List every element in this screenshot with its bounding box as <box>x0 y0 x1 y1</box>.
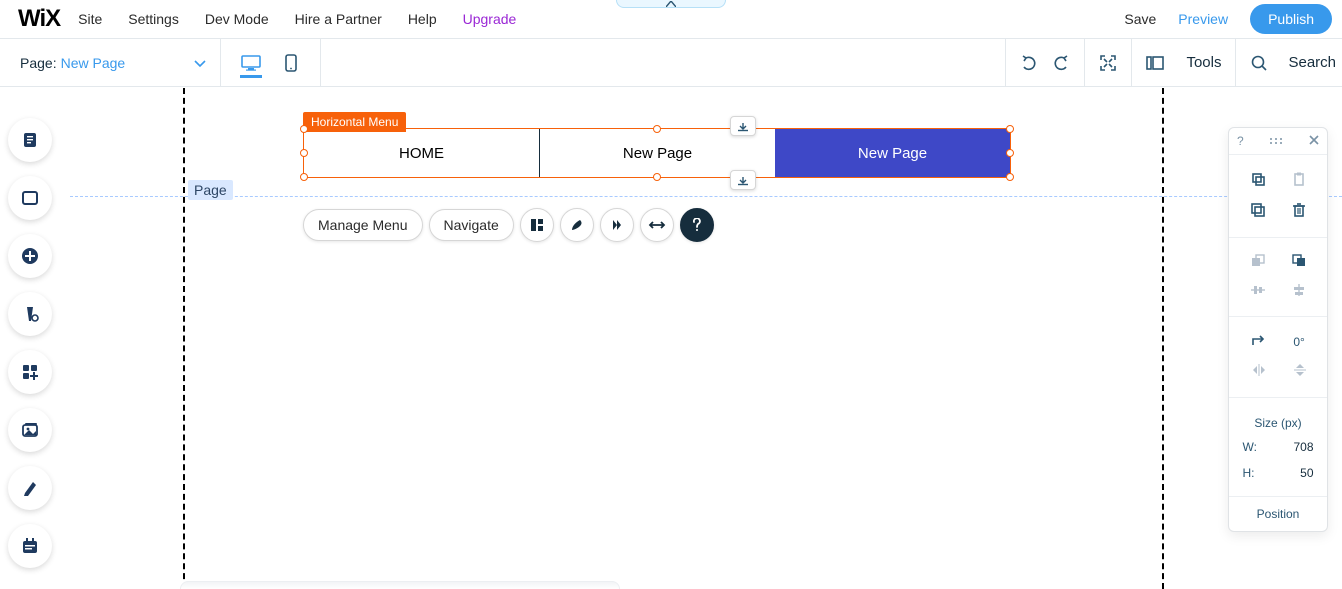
search-label: Search <box>1288 54 1336 71</box>
undo-button[interactable] <box>1020 55 1038 71</box>
resize-handle[interactable] <box>653 125 661 133</box>
grow-up-button[interactable] <box>730 116 756 136</box>
guide-left <box>183 88 185 589</box>
save-button[interactable]: Save <box>1124 11 1156 27</box>
bottom-panel-handle[interactable] <box>180 581 620 589</box>
height-label: H: <box>1243 466 1263 480</box>
rotation-icon[interactable] <box>1251 333 1265 350</box>
dock-apps-button[interactable] <box>8 350 52 394</box>
width-value[interactable]: 708 <box>1274 440 1314 454</box>
rotation-value[interactable]: 0° <box>1293 335 1304 349</box>
inspector-help-icon[interactable]: ? <box>1237 134 1244 148</box>
flip-vertical-icon[interactable] <box>1294 362 1306 381</box>
tools-button[interactable]: Tools <box>1131 39 1235 86</box>
height-value[interactable]: 50 <box>1274 466 1314 480</box>
layout-icon[interactable] <box>520 208 554 242</box>
page-label-tag[interactable]: Page <box>188 180 233 200</box>
inspector-panel: ? 0° Size (px) <box>1228 127 1328 532</box>
resize-handle[interactable] <box>1006 173 1014 181</box>
resize-handle[interactable] <box>1006 125 1014 133</box>
menu-devmode[interactable]: Dev Mode <box>205 11 269 27</box>
preview-button[interactable]: Preview <box>1178 11 1228 27</box>
dock-section-button[interactable] <box>8 176 52 220</box>
redo-button[interactable] <box>1052 55 1070 71</box>
menu-item-home[interactable]: HOME <box>304 129 540 177</box>
design-icon[interactable] <box>560 208 594 242</box>
page-selector[interactable]: Page: New Page <box>0 39 221 86</box>
publish-button[interactable]: Publish <box>1250 4 1332 34</box>
help-icon[interactable] <box>680 208 714 242</box>
resize-handle[interactable] <box>1006 149 1014 157</box>
page-selector-value: New Page <box>61 55 194 71</box>
menu-settings[interactable]: Settings <box>128 11 179 27</box>
top-tab-toggle[interactable] <box>616 0 726 8</box>
position-section-title[interactable]: Position <box>1229 497 1327 531</box>
grow-down-button[interactable] <box>730 170 756 190</box>
menu-hire[interactable]: Hire a Partner <box>295 11 382 27</box>
page-selector-label: Page: <box>20 55 57 71</box>
selection-action-bar: Manage Menu Navigate <box>303 208 714 242</box>
snap-line <box>70 196 1342 197</box>
chevron-down-icon <box>194 55 206 71</box>
undo-redo-group <box>1005 39 1084 86</box>
bring-forward-icon[interactable] <box>1250 254 1266 271</box>
menu-help[interactable]: Help <box>408 11 437 27</box>
copy-icon[interactable] <box>1250 171 1266 190</box>
align-horizontal-icon[interactable] <box>1250 284 1266 299</box>
search-button[interactable]: Search <box>1235 39 1342 86</box>
trash-icon[interactable] <box>1292 202 1306 221</box>
stretch-icon[interactable] <box>640 208 674 242</box>
dock-media-button[interactable] <box>8 408 52 452</box>
tools-label: Tools <box>1186 54 1221 71</box>
desktop-view-button[interactable] <box>240 48 262 78</box>
guide-right <box>1162 88 1164 589</box>
close-icon[interactable] <box>1309 134 1319 148</box>
flip-horizontal-icon[interactable] <box>1251 364 1267 379</box>
menu-upgrade[interactable]: Upgrade <box>463 11 517 27</box>
dock-bookings-button[interactable] <box>8 524 52 568</box>
resize-handle[interactable] <box>653 173 661 181</box>
drag-handle-icon[interactable] <box>1269 134 1283 148</box>
duplicate-icon[interactable] <box>1250 202 1266 221</box>
navigate-button[interactable]: Navigate <box>429 209 514 241</box>
wix-logo[interactable]: WiX <box>18 5 60 33</box>
width-label: W: <box>1243 440 1263 454</box>
size-section-title: Size (px) <box>1229 408 1327 434</box>
resize-handle[interactable] <box>300 149 308 157</box>
align-vertical-icon[interactable] <box>1292 283 1306 300</box>
dock-pages-button[interactable] <box>8 118 52 162</box>
dock-blog-button[interactable] <box>8 466 52 510</box>
left-dock <box>8 118 52 568</box>
manage-menu-button[interactable]: Manage Menu <box>303 209 423 241</box>
mobile-view-button[interactable] <box>280 48 302 78</box>
resize-handle[interactable] <box>300 125 308 133</box>
zoom-fit-button[interactable] <box>1084 39 1131 86</box>
resize-handle[interactable] <box>300 173 308 181</box>
horizontal-menu-element[interactable]: HOME New Page New Page <box>303 128 1011 178</box>
menu-item-2[interactable]: New Page <box>775 129 1010 177</box>
editor-canvas[interactable]: Page Horizontal Menu HOME New Page New P… <box>70 88 1342 589</box>
dock-theme-button[interactable] <box>8 292 52 336</box>
dock-add-button[interactable] <box>8 234 52 278</box>
menu-site[interactable]: Site <box>78 11 102 27</box>
animation-icon[interactable] <box>600 208 634 242</box>
send-backward-icon[interactable] <box>1291 254 1307 271</box>
paste-icon[interactable] <box>1291 171 1307 190</box>
main-menu: Site Settings Dev Mode Hire a Partner He… <box>78 11 516 27</box>
